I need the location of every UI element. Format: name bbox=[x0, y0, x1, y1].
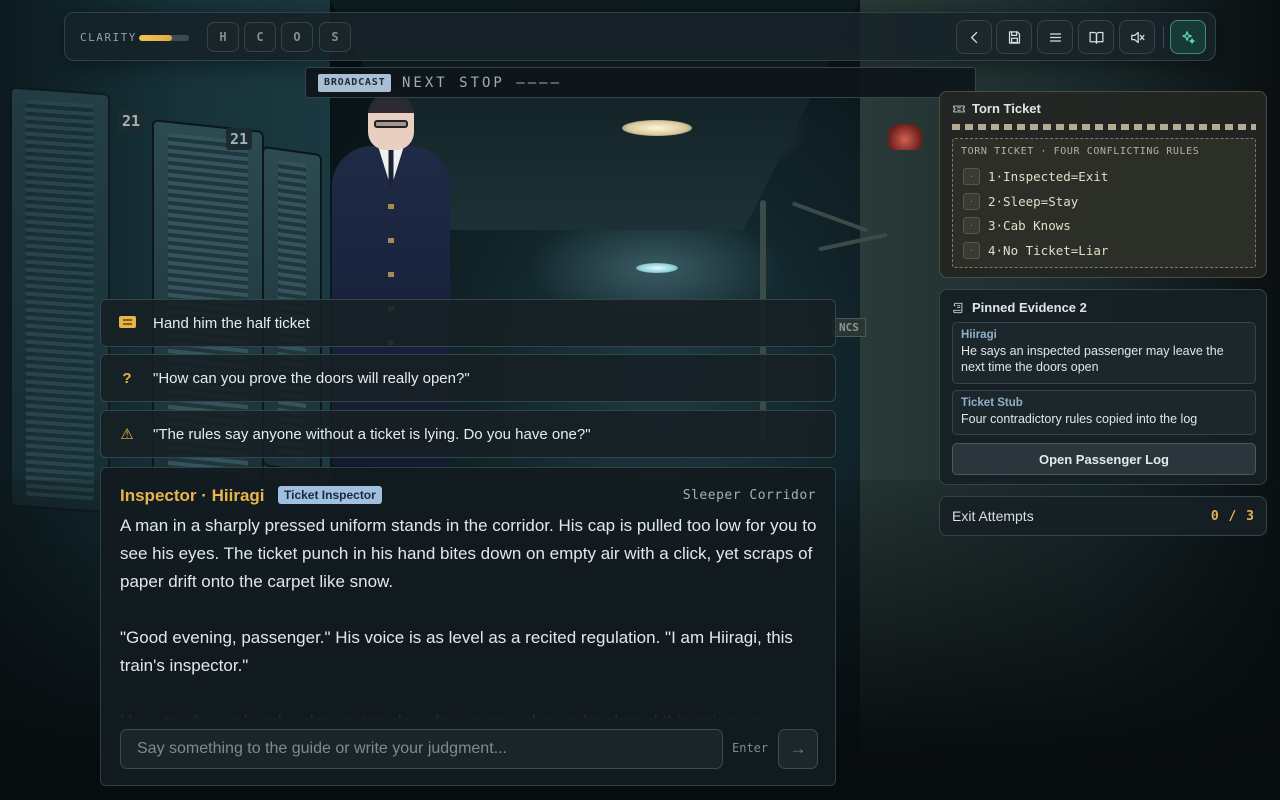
exit-attempts-count: 0 / 3 bbox=[1210, 509, 1255, 524]
evidence-item[interactable]: Hiiragi He says an inspected passenger m… bbox=[952, 322, 1256, 384]
choice-ask-ticket[interactable]: ⚠ "The rules say anyone without a ticket… bbox=[100, 410, 836, 458]
ticket-perforation bbox=[952, 124, 1256, 130]
warning-icon: ⚠ bbox=[120, 426, 134, 443]
dialogue-text[interactable]: A man in a sharply pressed uniform stand… bbox=[120, 512, 820, 720]
exit-attempts-label: Exit Attempts bbox=[952, 508, 1034, 524]
choice-label: Hand him the half ticket bbox=[153, 314, 310, 332]
rule-item: · 3·Cab Knows bbox=[963, 216, 1071, 234]
rule-bullet: · bbox=[963, 241, 980, 259]
wall-sign: NCS bbox=[832, 318, 866, 337]
evidence-text: Four contradictory rules copied into the… bbox=[961, 412, 1198, 426]
speaker-muted-icon bbox=[1130, 31, 1145, 43]
pipe bbox=[791, 201, 869, 233]
stat-chip-h[interactable]: H bbox=[207, 22, 239, 52]
exit-attempts-card: Exit Attempts 0 / 3 bbox=[939, 496, 1267, 536]
menu-button[interactable] bbox=[1037, 20, 1073, 54]
journal-button[interactable] bbox=[1078, 20, 1114, 54]
mute-button[interactable] bbox=[1119, 20, 1155, 54]
alarm-light bbox=[888, 124, 922, 150]
ceiling-lamp bbox=[636, 263, 678, 273]
clarity-label: CLARITY bbox=[80, 31, 137, 44]
toolbar-divider bbox=[1163, 26, 1164, 48]
choice-prove-doors[interactable]: ? "How can you prove the doors will real… bbox=[100, 354, 836, 402]
judgment-input[interactable] bbox=[120, 729, 723, 769]
enter-hint: Enter bbox=[732, 741, 769, 755]
cabin-door bbox=[10, 86, 110, 514]
ticket-outline-icon bbox=[953, 105, 965, 112]
door-number-plate: 21 bbox=[118, 110, 145, 132]
rule-item: · 1·Inspected=Exit bbox=[963, 167, 1108, 185]
evidence-source: Ticket Stub bbox=[961, 397, 1023, 409]
clarity-meter-fill bbox=[139, 35, 172, 41]
evidence-text: He says an inspected passenger may leave… bbox=[961, 344, 1224, 374]
arrow-right-icon: → bbox=[789, 739, 807, 758]
top-bar: CLARITY H C O S bbox=[64, 12, 1216, 61]
choice-label: "How can you prove the doors will really… bbox=[153, 369, 470, 387]
book-icon bbox=[1088, 31, 1104, 44]
ticket-icon bbox=[118, 315, 136, 328]
question-icon: ? bbox=[122, 369, 132, 387]
chevron-left-icon bbox=[970, 31, 977, 43]
scroll-icon bbox=[953, 302, 963, 313]
pinned-evidence-card: Pinned Evidence 2 Hiiragi He says an ins… bbox=[939, 289, 1267, 485]
broadcast-strip: BROADCAST NEXT STOP ———— bbox=[305, 67, 976, 98]
stat-chip-s[interactable]: S bbox=[319, 22, 351, 52]
dialogue-paragraph: He extends one hand, palm up, too clean … bbox=[120, 708, 820, 720]
choice-label: "The rules say anyone without a ticket i… bbox=[153, 425, 591, 443]
rules-header: TORN TICKET · FOUR CONFLICTING RULES bbox=[961, 146, 1200, 157]
broadcast-tag: BROADCAST bbox=[318, 74, 392, 92]
save-button[interactable] bbox=[996, 20, 1032, 54]
torn-ticket-title: Torn Ticket bbox=[952, 101, 1041, 116]
open-passenger-log-button[interactable]: Open Passenger Log bbox=[952, 443, 1256, 475]
menu-icon bbox=[1049, 32, 1061, 42]
save-icon bbox=[1008, 30, 1020, 44]
back-button[interactable] bbox=[956, 20, 992, 54]
stat-chip-o[interactable]: O bbox=[281, 22, 313, 52]
role-badge: Ticket Inspector bbox=[278, 486, 382, 504]
torn-ticket-card: Torn Ticket TORN TICKET · FOUR CONFLICTI… bbox=[939, 91, 1267, 278]
evidence-source: Hiiragi bbox=[961, 329, 997, 341]
broadcast-text: NEXT STOP ———— bbox=[402, 75, 563, 91]
rules-box: TORN TICKET · FOUR CONFLICTING RULES · 1… bbox=[952, 138, 1256, 268]
ceiling-lamp bbox=[622, 120, 692, 136]
choice-hand-ticket[interactable]: Hand him the half ticket bbox=[100, 299, 836, 347]
location-label: Sleeper Corridor bbox=[682, 488, 816, 503]
speaker-name: Inspector · Hiiragi bbox=[120, 486, 265, 505]
sparkles-icon bbox=[1181, 30, 1195, 44]
dialogue-paragraph: "Good evening, passenger." His voice is … bbox=[120, 628, 793, 675]
dialogue-panel: Inspector · Hiiragi Ticket Inspector Sle… bbox=[100, 467, 836, 786]
clarity-meter bbox=[139, 35, 189, 41]
stat-chip-c[interactable]: C bbox=[244, 22, 276, 52]
evidence-item[interactable]: Ticket Stub Four contradictory rules cop… bbox=[952, 390, 1256, 435]
door-number-plate: 21 bbox=[226, 128, 253, 150]
rule-item: · 2·Sleep=Stay bbox=[963, 192, 1078, 210]
rule-bullet: · bbox=[963, 216, 980, 234]
dialogue-paragraph: A man in a sharply pressed uniform stand… bbox=[120, 516, 817, 591]
effects-button[interactable] bbox=[1170, 20, 1206, 54]
send-button[interactable]: → bbox=[778, 729, 818, 769]
pinned-evidence-title: Pinned Evidence 2 bbox=[952, 300, 1087, 315]
rule-item: · 4·No Ticket=Liar bbox=[963, 241, 1108, 259]
rule-bullet: · bbox=[963, 167, 980, 185]
rule-bullet: · bbox=[963, 192, 980, 210]
